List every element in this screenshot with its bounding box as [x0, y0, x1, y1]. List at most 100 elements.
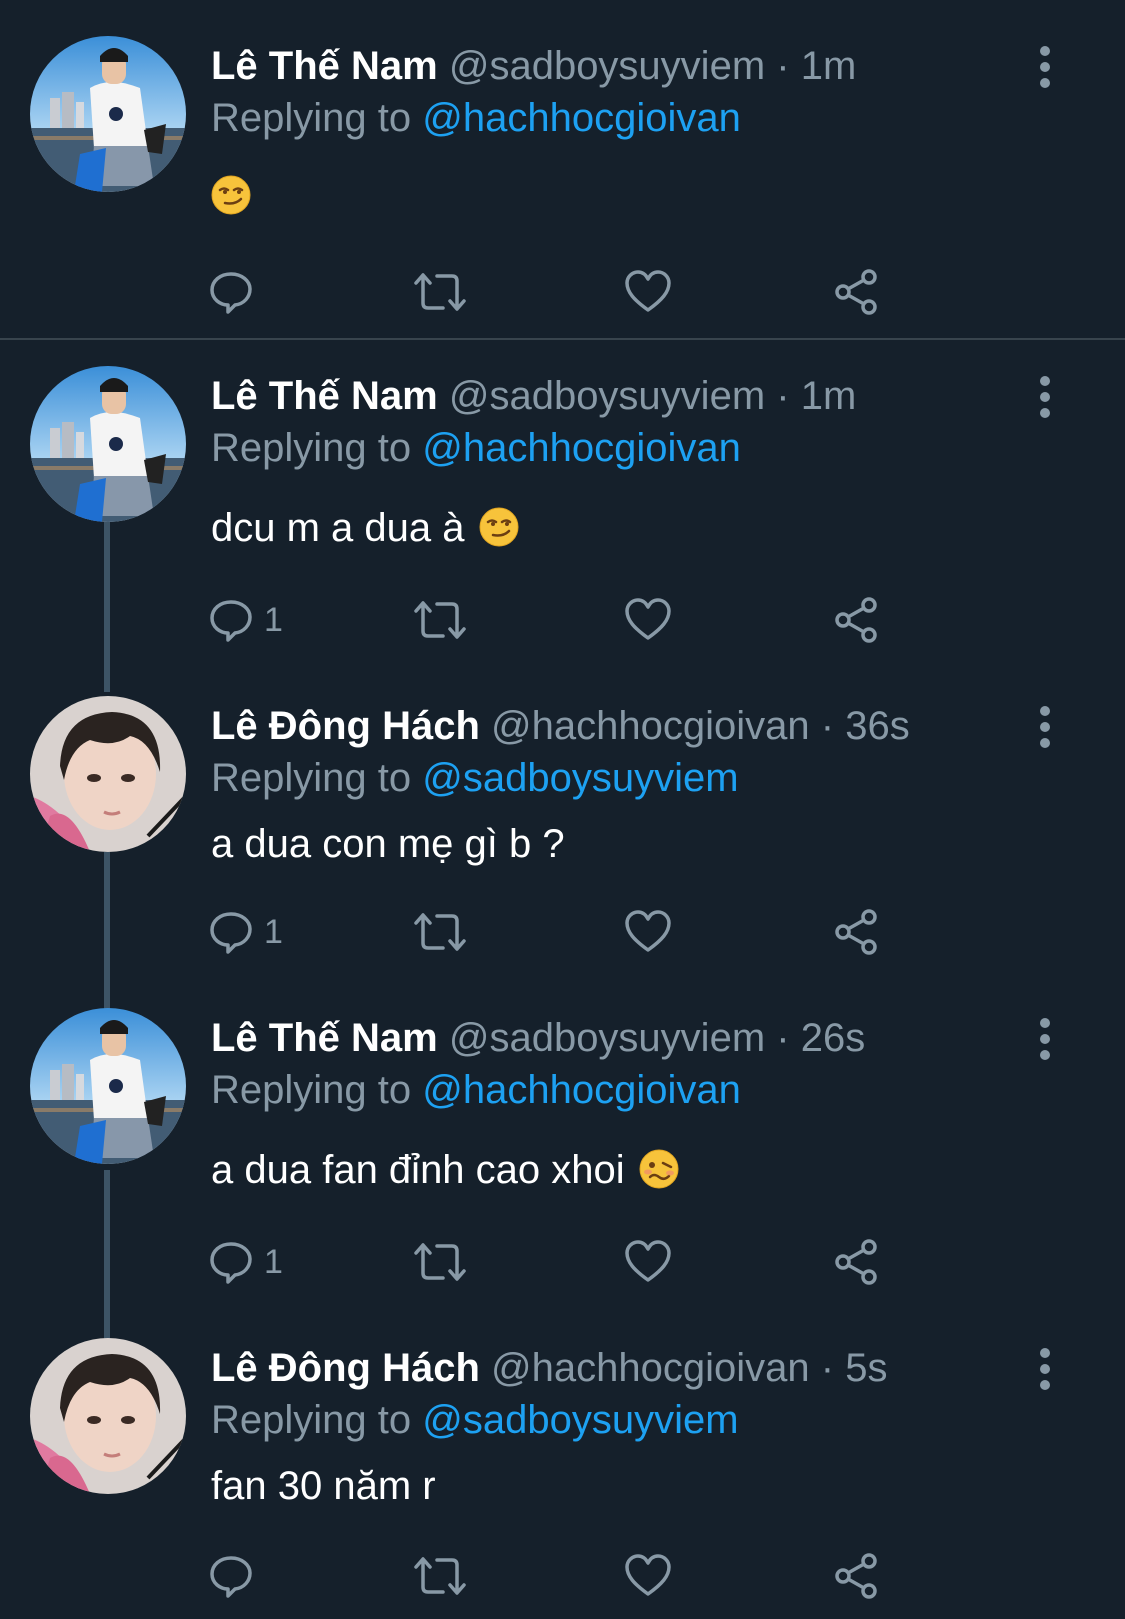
tweet-actions: 1 [208, 1232, 928, 1292]
separator: · [776, 1016, 790, 1060]
tweet-thread: Lê Thế Nam @sadboysuyviem · 1m Replying … [0, 0, 1125, 1619]
user-handle[interactable]: @sadboysuyviem [449, 374, 765, 418]
user-handle[interactable]: @hachhocgioivan [491, 1346, 810, 1390]
reply-icon [210, 1242, 252, 1284]
tweet-actions [208, 1546, 928, 1606]
heart-icon [625, 910, 671, 952]
separator: · [820, 704, 835, 748]
reply-button[interactable]: 1 [208, 902, 283, 962]
more-options-icon[interactable] [1030, 372, 1060, 422]
avatar-le-the-nam[interactable] [30, 366, 186, 522]
replying-to-label: Replying to [211, 96, 412, 140]
tweet-text [211, 166, 251, 226]
share-icon [835, 597, 877, 643]
more-options-icon[interactable] [1030, 1344, 1060, 1394]
tweet-text: dcu m a dua à [211, 498, 519, 558]
tweet-header: Lê Thế Nam @sadboysuyviem · 1m [211, 36, 856, 96]
reply-button[interactable] [208, 262, 264, 322]
tweet-text-content: a dua fan đỉnh cao xhoi [211, 1148, 625, 1192]
tweet-header: Lê Thế Nam @sadboysuyviem · 1m [211, 366, 856, 426]
timestamp[interactable]: 1m [801, 44, 857, 88]
tweet-header: Lê Đông Hách @hachhocgioivan · 5s [211, 1338, 887, 1398]
reply-count: 1 [264, 600, 283, 639]
replying-to-label: Replying to [211, 756, 412, 800]
replying-to-label: Replying to [211, 426, 412, 470]
display-name[interactable]: Lê Đông Hách [211, 1346, 480, 1390]
mention-link[interactable]: @sadboysuyviem [422, 1398, 738, 1442]
display-name[interactable]: Lê Đông Hách [211, 704, 480, 748]
tweet-actions: 1 [208, 590, 928, 650]
more-options-icon[interactable] [1030, 42, 1060, 92]
reply-button[interactable] [208, 1546, 264, 1606]
mention-link[interactable]: @hachhocgioivan [422, 1068, 741, 1112]
separator: · [820, 1346, 835, 1390]
like-button[interactable] [624, 902, 672, 962]
heart-icon [625, 1240, 671, 1282]
heart-icon [625, 270, 671, 312]
tweet-text-content: dcu m a dua à [211, 506, 465, 550]
timestamp[interactable]: 1m [801, 374, 857, 418]
reply-button[interactable]: 1 [208, 1232, 283, 1292]
heart-icon [625, 1554, 671, 1596]
retweet-button[interactable] [413, 262, 467, 322]
share-icon [835, 1553, 877, 1599]
timestamp[interactable]: 26s [801, 1016, 866, 1060]
retweet-button[interactable] [413, 902, 467, 962]
replying-to: Replying to @hachhocgioivan [211, 1060, 741, 1120]
reply-icon [210, 600, 252, 642]
more-options-icon[interactable] [1030, 702, 1060, 752]
reply-count: 1 [264, 1242, 283, 1281]
divider [0, 338, 1125, 340]
retweet-button[interactable] [413, 1546, 467, 1606]
user-handle[interactable]: @hachhocgioivan [491, 704, 810, 748]
retweet-icon [414, 273, 466, 311]
share-button[interactable] [832, 1546, 880, 1606]
avatar-le-dong-hach[interactable] [30, 1338, 186, 1494]
mention-link[interactable]: @hachhocgioivan [422, 96, 741, 140]
share-button[interactable] [832, 1232, 880, 1292]
share-button[interactable] [832, 262, 880, 322]
retweet-icon [414, 601, 466, 639]
replying-to: Replying to @hachhocgioivan [211, 88, 741, 148]
share-icon [835, 909, 877, 955]
user-handle[interactable]: @sadboysuyviem [449, 1016, 765, 1060]
display-name[interactable]: Lê Thế Nam [211, 1016, 438, 1060]
retweet-button[interactable] [413, 1232, 467, 1292]
mention-link[interactable]: @hachhocgioivan [422, 426, 741, 470]
avatar-le-dong-hach[interactable] [30, 696, 186, 852]
tweet-text: a dua con mẹ gì b ? [211, 814, 565, 874]
tweet-text: a dua fan đỉnh cao xhoi [211, 1140, 679, 1200]
retweet-icon [414, 913, 466, 951]
share-button[interactable] [832, 902, 880, 962]
reply-icon [210, 272, 252, 314]
avatar-le-the-nam[interactable] [30, 1008, 186, 1164]
timestamp[interactable]: 5s [845, 1346, 887, 1390]
reply-button[interactable]: 1 [208, 590, 283, 650]
display-name[interactable]: Lê Thế Nam [211, 374, 438, 418]
tweet-actions: 1 [208, 902, 928, 962]
tweet-actions [208, 262, 928, 322]
like-button[interactable] [624, 590, 672, 650]
smirking-face-emoji [479, 507, 518, 547]
like-button[interactable] [624, 262, 672, 322]
tweet-text: fan 30 năm r [211, 1456, 436, 1516]
reply-icon [210, 912, 252, 954]
display-name[interactable]: Lê Thế Nam [211, 44, 438, 88]
retweet-icon [414, 1557, 466, 1595]
timestamp[interactable]: 36s [845, 704, 910, 748]
replying-to: Replying to @sadboysuyviem [211, 1390, 739, 1450]
replying-to: Replying to @sadboysuyviem [211, 748, 739, 808]
separator: · [776, 44, 790, 88]
user-handle[interactable]: @sadboysuyviem [449, 44, 765, 88]
share-button[interactable] [832, 590, 880, 650]
reply-count: 1 [264, 912, 283, 951]
thread-line [104, 1170, 110, 1342]
replying-to: Replying to @hachhocgioivan [211, 418, 741, 478]
retweet-button[interactable] [413, 590, 467, 650]
more-options-icon[interactable] [1030, 1014, 1060, 1064]
like-button[interactable] [624, 1232, 672, 1292]
mention-link[interactable]: @sadboysuyviem [422, 756, 738, 800]
tweet-header: Lê Thế Nam @sadboysuyviem · 26s [211, 1008, 865, 1068]
avatar-le-the-nam[interactable] [30, 36, 186, 192]
like-button[interactable] [624, 1546, 672, 1606]
